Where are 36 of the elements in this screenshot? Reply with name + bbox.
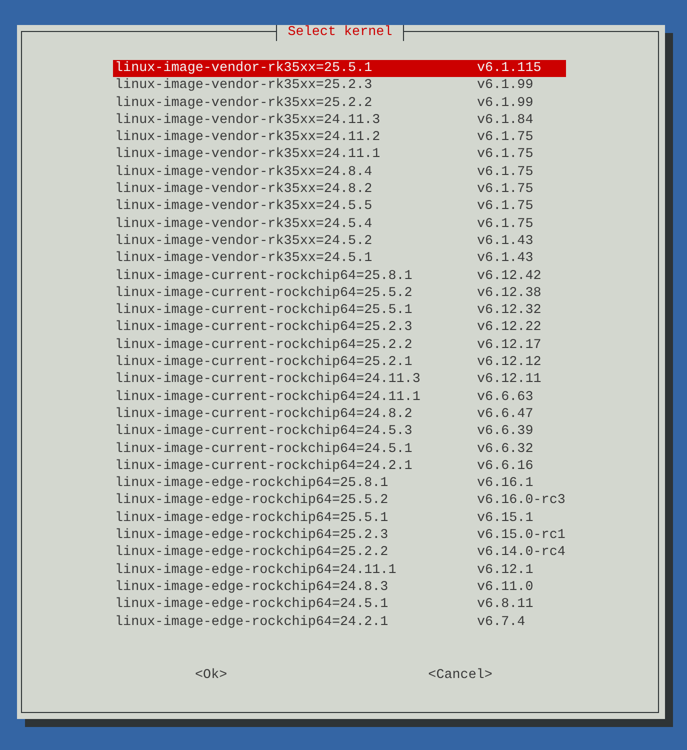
- kernel-list-item[interactable]: linux-image-edge-rockchip64=25.5.1 v6.15.1: [113, 510, 566, 528]
- kernel-list-item[interactable]: linux-image-edge-rockchip64=24.11.1 v6.12.1: [113, 562, 566, 579]
- kernel-list-item[interactable]: linux-image-current-rockchip64=24.5.3 v6.6.39: [113, 423, 566, 441]
- kernel-list-item[interactable]: linux-image-vendor-rk35xx=24.5.1 v6.1.43: [113, 250, 566, 268]
- kernel-list-item[interactable]: linux-image-edge-rockchip64=25.2.3 v6.15.0-rc1: [113, 527, 566, 544]
- ok-button[interactable]: <Ok>: [195, 667, 228, 684]
- kernel-list-item[interactable]: linux-image-vendor-rk35xx=25.2.3 v6.1.99: [113, 77, 566, 95]
- dialog-title: Select kernel: [276, 25, 404, 41]
- kernel-list-item[interactable]: linux-image-current-rockchip64=25.5.1 v6.12.32: [113, 302, 566, 320]
- kernel-list-item[interactable]: linux-image-current-rockchip64=24.5.1 v6.6.32: [113, 440, 566, 458]
- kernel-list-item[interactable]: linux-image-current-rockchip64=24.2.1 v6.6.16: [113, 458, 566, 476]
- kernel-list-item[interactable]: linux-image-edge-rockchip64=25.5.2 v6.16.0-rc3: [113, 492, 566, 510]
- kernel-list-item[interactable]: linux-image-edge-rockchip64=24.2.1 v6.7.4: [113, 614, 566, 631]
- kernel-list-item[interactable]: linux-image-current-rockchip64=25.2.3 v6.12.22: [113, 319, 566, 337]
- kernel-list-item[interactable]: linux-image-vendor-rk35xx=24.11.3 v6.1.84: [113, 112, 566, 130]
- kernel-list-item[interactable]: linux-image-current-rockchip64=24.11.3 v6.12.11: [113, 371, 566, 389]
- kernel-list-item[interactable]: linux-image-edge-rockchip64=24.8.3 v6.11.0: [113, 578, 566, 596]
- kernel-list-item[interactable]: linux-image-vendor-rk35xx=24.11.2 v6.1.75: [113, 129, 566, 146]
- kernel-list-item[interactable]: linux-image-current-rockchip64=24.8.2 v6.6.47: [113, 406, 566, 424]
- kernel-list-item[interactable]: linux-image-edge-rockchip64=24.5.1 v6.8.11: [113, 596, 566, 614]
- cancel-button[interactable]: <Cancel>: [428, 667, 492, 684]
- kernel-list-item[interactable]: linux-image-vendor-rk35xx=25.5.1 v6.1.115: [113, 60, 566, 78]
- kernel-list-item[interactable]: linux-image-current-rockchip64=25.2.1 v6.12.12: [113, 354, 566, 372]
- kernel-list-item[interactable]: linux-image-current-rockchip64=25.8.1 v6.12.42: [113, 268, 566, 285]
- kernel-list-item[interactable]: linux-image-vendor-rk35xx=24.8.4 v6.1.75: [113, 164, 566, 182]
- kernel-list-item[interactable]: linux-image-current-rockchip64=25.2.2 v6.12.17: [113, 336, 566, 354]
- kernel-list-item[interactable]: linux-image-current-rockchip64=25.5.2 v6.12.38: [113, 284, 566, 302]
- kernel-list-item[interactable]: linux-image-edge-rockchip64=25.2.2 v6.14.0-rc4: [113, 544, 566, 562]
- kernel-list-item[interactable]: linux-image-vendor-rk35xx=24.5.5 v6.1.75: [113, 198, 566, 216]
- kernel-list-item[interactable]: linux-image-current-rockchip64=24.11.1 v6.6.63: [113, 388, 566, 406]
- kernel-list-item[interactable]: linux-image-vendor-rk35xx=24.5.2 v6.1.43: [113, 232, 566, 250]
- kernel-list-item[interactable]: linux-image-vendor-rk35xx=25.2.2 v6.1.99: [113, 94, 566, 112]
- kernel-list-item[interactable]: linux-image-vendor-rk35xx=24.5.4 v6.1.75: [113, 216, 566, 233]
- kernel-list-item[interactable]: linux-image-vendor-rk35xx=24.11.1 v6.1.75: [113, 146, 566, 164]
- kernel-list-item[interactable]: linux-image-edge-rockchip64=25.8.1 v6.16.1: [113, 475, 566, 492]
- kernel-list-item[interactable]: linux-image-vendor-rk35xx=24.8.2 v6.1.75: [113, 181, 566, 198]
